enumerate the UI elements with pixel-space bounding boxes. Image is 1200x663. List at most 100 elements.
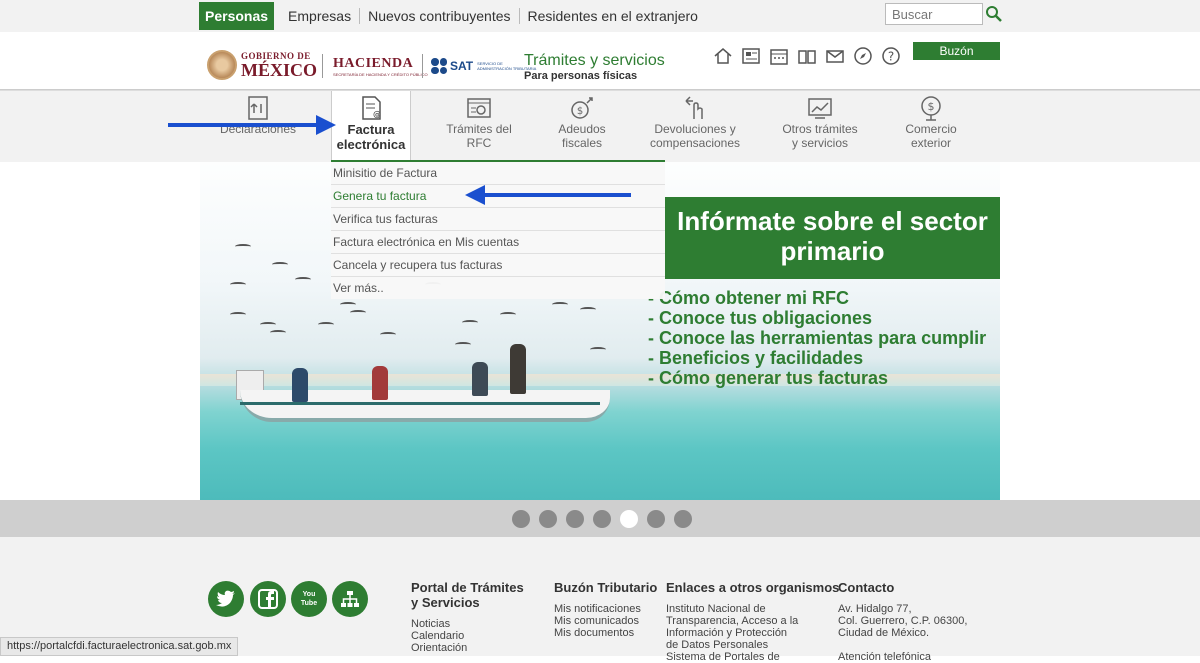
search-input[interactable]: Buscar	[885, 3, 983, 25]
footer-heading: Buzón Tributario	[554, 580, 658, 595]
sat-logo[interactable]: SAT SERVICIO DE ADMINISTRACIÓN TRIBUTARI…	[431, 58, 537, 74]
footer-col-portal: Portal de Trámites y Servicios Noticias C…	[411, 580, 524, 654]
tab-empresas[interactable]: Empresas	[280, 8, 361, 24]
seal-icon	[207, 50, 237, 80]
sitemap-icon[interactable]	[332, 581, 368, 617]
footer-link[interactable]: Mis documentos	[554, 627, 657, 639]
footer-link[interactable]: Transparencia, Acceso a la	[666, 615, 839, 627]
newspaper-icon[interactable]	[741, 46, 761, 66]
otros-tramites-icon	[808, 98, 832, 119]
menu-item-verifica-facturas[interactable]: Verifica tus facturas	[331, 208, 665, 231]
promo-list: - Cómo obtener mi RFC - Conoce tus oblig…	[648, 288, 986, 388]
search-icon[interactable]	[985, 5, 1003, 23]
footer-col-enlaces: Enlaces a otros organismos Instituto Nac…	[666, 580, 839, 663]
tab-nuevos-contribuyentes[interactable]: Nuevos contribuyentes	[360, 8, 520, 24]
footer-col-contacto: Contacto Av. Hidalgo 77, Col. Guerrero, …	[838, 580, 967, 663]
arrow-head-right-icon	[316, 115, 336, 135]
divider	[322, 54, 323, 78]
factura-dropdown-menu: Minisitio de Factura Genera tu factura V…	[331, 160, 665, 299]
book-icon[interactable]	[797, 46, 817, 66]
nav-label-2: RFC	[466, 135, 492, 150]
nav-otros-tramites[interactable]: Otros trámites y servicios	[775, 91, 865, 163]
footer-link[interactable]: Sistema de Portales de	[666, 651, 839, 663]
bird-icon	[500, 312, 516, 317]
footer-heading-line1: Portal de Trámites	[411, 580, 524, 595]
facebook-icon[interactable]	[250, 581, 286, 617]
carousel-dot[interactable]	[566, 510, 584, 528]
annotation-arrow-right	[168, 123, 318, 127]
factura-icon: @	[362, 96, 381, 120]
carousel-dot[interactable]	[512, 510, 530, 528]
bird-icon	[295, 277, 311, 282]
home-icon[interactable]	[713, 46, 733, 66]
help-icon[interactable]: ?	[881, 46, 901, 66]
buzon-tributario-button[interactable]: Buzón Tributario	[913, 42, 1000, 76]
footer-heading: Contacto	[838, 580, 895, 595]
footer-text: Ciudad de México.	[838, 627, 930, 639]
mail-icon[interactable]	[825, 46, 845, 66]
nav-label: Devoluciones y	[654, 122, 736, 136]
carousel-dot[interactable]	[593, 510, 611, 528]
footer-link[interactable]: Mis comunicados	[554, 615, 657, 627]
nav-tramites-rfc[interactable]: Trámites del RFC	[434, 91, 524, 163]
devoluciones-icon	[685, 96, 703, 119]
bird-icon	[235, 244, 251, 249]
hacienda-text: HACIENDA	[333, 56, 414, 71]
hacienda-logo[interactable]: HACIENDA SECRETARÍA DE HACIENDA Y CRÉDIT…	[333, 56, 428, 77]
footer-link[interactable]: Orientación	[411, 642, 524, 654]
persona-tabs: Personas Empresas Nuevos contribuyentes …	[199, 2, 706, 30]
footer-link[interactable]: Calendario	[411, 630, 524, 642]
footer-link[interactable]: Mis notificaciones	[554, 603, 657, 615]
nav-adeudos-fiscales[interactable]: $ Adeudos fiscales	[537, 91, 627, 163]
youtube-icon[interactable]: You Tube	[291, 581, 327, 617]
footer-link[interactable]: Información y Protección	[666, 627, 839, 639]
menu-item-mis-cuentas[interactable]: Factura electrónica en Mis cuentas	[331, 231, 665, 254]
footer-text: Av. Hidalgo 77,	[838, 603, 912, 615]
tramites-title: Trámites y servicios	[524, 52, 665, 69]
gob-line2: MÉXICO	[241, 59, 317, 80]
sat-text: SAT	[450, 59, 474, 73]
footer-heading: Enlaces a otros organismos	[666, 580, 840, 595]
carousel-dot[interactable]	[674, 510, 692, 528]
footer-link[interactable]: de Datos Personales	[666, 639, 839, 651]
menu-item-minisitio[interactable]: Minisitio de Factura	[331, 162, 665, 185]
tab-residentes-extranjero[interactable]: Residentes en el extranjero	[520, 8, 706, 24]
bird-icon	[270, 330, 286, 335]
fisherman	[472, 362, 488, 396]
nav-comercio-exterior[interactable]: $ Comercio exterior	[886, 91, 976, 163]
bird-icon	[260, 322, 276, 327]
footer-link[interactable]: Noticias	[411, 618, 524, 630]
bird-icon	[230, 312, 246, 317]
divider	[422, 54, 423, 78]
twitter-icon[interactable]	[208, 581, 244, 617]
compass-icon[interactable]	[853, 46, 873, 66]
nav-devoluciones[interactable]: Devoluciones y compensaciones	[645, 91, 745, 163]
youtube-label: You Tube	[300, 591, 318, 607]
nav-declaraciones[interactable]: Declaraciones	[213, 91, 303, 163]
footer-link[interactable]: Atención telefónica	[838, 651, 967, 663]
promo-item: - Cómo generar tus facturas	[648, 368, 889, 388]
nav-label: Otros trámites	[782, 122, 858, 136]
footer-link[interactable]: Instituto Nacional de	[666, 603, 839, 615]
fisherman	[372, 366, 388, 400]
menu-item-cancela[interactable]: Cancela y recupera tus facturas	[331, 254, 665, 277]
menu-item-ver-mas[interactable]: Ver más..	[331, 277, 665, 300]
carousel-dot-active[interactable]	[620, 510, 638, 528]
calendar-icon[interactable]	[769, 46, 789, 66]
nav-factura-electronica[interactable]: @ Factura electrónica	[331, 91, 411, 163]
nav-label: Trámites del	[446, 122, 512, 136]
svg-text:$: $	[577, 106, 583, 117]
fisherman	[292, 368, 308, 402]
carousel-dot[interactable]	[539, 510, 557, 528]
carousel-dot[interactable]	[647, 510, 665, 528]
nav-label-2: compensaciones	[649, 135, 741, 150]
tab-personas[interactable]: Personas	[199, 2, 275, 30]
bird-icon	[340, 302, 356, 307]
bird-icon	[580, 307, 596, 312]
nav-label: Adeudos	[558, 122, 606, 136]
promo-headline: Infórmate sobre el sector primario	[665, 197, 1000, 279]
bird-icon	[590, 347, 606, 352]
top-bar: Personas Empresas Nuevos contribuyentes …	[0, 0, 1200, 32]
promo-item: - Beneficios y facilidades	[648, 348, 864, 368]
gobierno-mexico-logo[interactable]: GOBIERNO DE MÉXICO	[207, 50, 317, 80]
